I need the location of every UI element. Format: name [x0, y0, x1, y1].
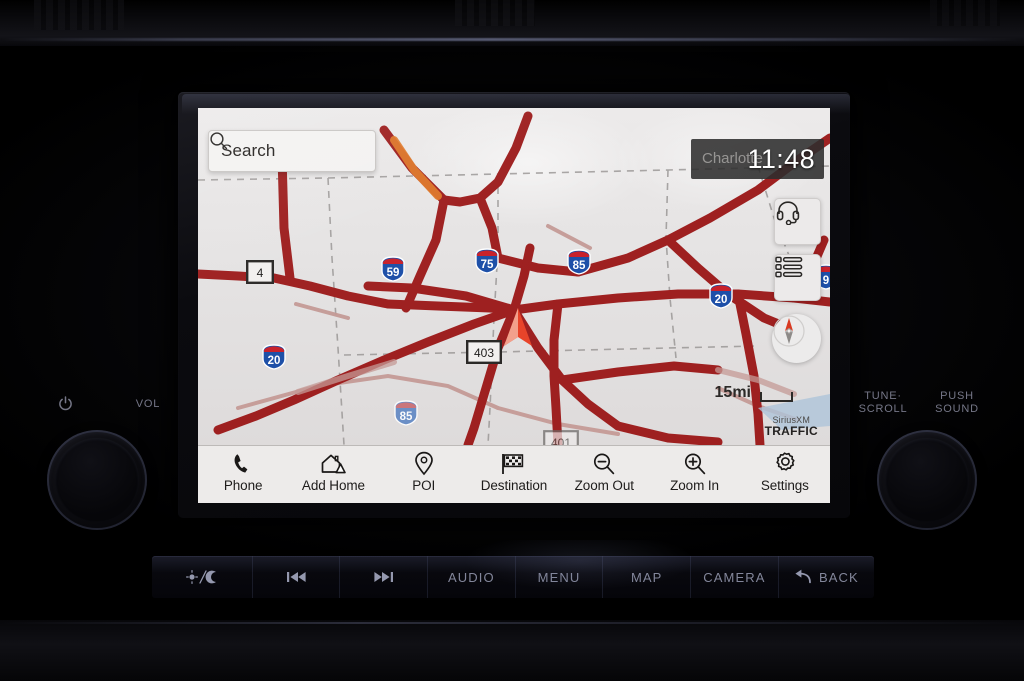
toolbar-item-settings[interactable]: Settings: [740, 446, 830, 503]
navigation-map[interactable]: 59 75 85 20 20 85 9 4 403 401 Search Cha…: [198, 108, 830, 445]
dashboard-panel: 59 75 85 20 20 85 9 4 403 401 Search Cha…: [0, 0, 1024, 681]
trim-highlight: [0, 38, 1024, 41]
next-track-button[interactable]: [340, 556, 429, 598]
back-button[interactable]: BACK: [779, 556, 874, 598]
home-icon: [320, 451, 347, 476]
camera-label: CAMERA: [703, 569, 766, 585]
volume-knob[interactable]: [47, 430, 147, 530]
status-bar-overlay: Charlotte 11:48: [691, 139, 824, 179]
interstate-shield-85: 85: [567, 249, 591, 275]
infotainment-screen[interactable]: 59 75 85 20 20 85 9 4 403 401 Search Cha…: [198, 108, 830, 503]
svg-text:20: 20: [268, 355, 281, 367]
tune-knob[interactable]: [877, 430, 977, 530]
svg-text:85: 85: [573, 260, 586, 272]
checkered-flag-icon: [500, 451, 527, 476]
dash-bottom-trim: [0, 620, 1024, 681]
svg-text:403: 403: [474, 346, 494, 360]
tune-scroll-label: TUNE· SCROLL: [858, 390, 908, 415]
list-menu-button[interactable]: [774, 254, 821, 301]
toolbar-label-settings: Settings: [760, 478, 809, 493]
camera-button[interactable]: CAMERA: [691, 556, 779, 598]
scale-bar: [760, 392, 793, 402]
toolbar-item-zoom-out[interactable]: Zoom Out: [559, 446, 649, 503]
svg-text:85: 85: [400, 411, 413, 423]
vehicle-position-marker: [504, 308, 532, 346]
toolbar-label-poi: POI: [412, 478, 436, 493]
map-scale: 15mi: [715, 384, 793, 402]
volume-label: VOL: [135, 398, 161, 410]
interstate-shield-75: 75: [475, 248, 499, 274]
push-sound-label: PUSH SOUND: [935, 390, 979, 415]
power-label: [52, 396, 78, 411]
back-arrow-icon: [795, 569, 811, 584]
tune-knob-area[interactable]: TUNE· SCROLL PUSH SOUND: [859, 390, 992, 542]
svg-text:401: 401: [551, 436, 571, 445]
toolbar-item-destination[interactable]: Destination: [469, 446, 559, 503]
gear-icon: [772, 451, 797, 476]
map-pin-icon: [414, 451, 434, 476]
air-vent-right: [930, 0, 1000, 26]
air-vent-left: [34, 0, 124, 30]
clock-label: 11:48: [747, 143, 815, 174]
compass-button[interactable]: [772, 314, 821, 363]
route-shield-4: 4: [246, 260, 274, 284]
previous-track-button[interactable]: [253, 556, 341, 598]
menu-button[interactable]: MENU: [516, 556, 604, 598]
route-shield-401: 401: [543, 430, 579, 445]
svg-text:4: 4: [257, 266, 264, 280]
interstate-shield-20-right: 20: [709, 283, 733, 309]
toolbar-label-zoom-out: Zoom Out: [574, 478, 634, 493]
day-night-button[interactable]: [152, 556, 253, 598]
menu-label: MENU: [537, 569, 581, 585]
search-placeholder: Search: [221, 141, 276, 160]
bottom-trim-highlight: [0, 622, 1024, 624]
back-label: BACK: [818, 569, 859, 585]
toolbar-label-zoom-in: Zoom In: [670, 478, 719, 493]
headset-button[interactable]: [774, 198, 821, 245]
next-track-icon: [374, 572, 393, 582]
volume-knob-area[interactable]: VOL: [32, 396, 162, 542]
interstate-shield-85-bottom: 85: [394, 400, 418, 426]
interstate-shield-20-left: 20: [262, 344, 286, 370]
map-button[interactable]: MAP: [603, 556, 692, 598]
toolbar-label-add-home: Add Home: [301, 478, 365, 493]
interstate-shield-59: 59: [381, 256, 405, 282]
toolbar-label-destination: Destination: [480, 478, 548, 493]
power-icon: [58, 396, 72, 411]
svg-text:20: 20: [715, 294, 728, 306]
list-icon: [775, 256, 803, 278]
traffic-badge: SiriusXM TRAFFIC: [764, 415, 818, 439]
svg-text:9: 9: [823, 275, 829, 287]
phone-icon: [232, 451, 254, 476]
previous-track-icon: [287, 572, 306, 582]
toolbar-item-phone[interactable]: Phone: [198, 446, 288, 503]
air-vent-center: [455, 0, 535, 26]
toolbar-label-phone: Phone: [223, 478, 263, 493]
toolbar-item-add-home[interactable]: Add Home: [288, 446, 378, 503]
sun-moon-icon: [185, 570, 216, 584]
audio-button[interactable]: AUDIO: [428, 556, 516, 598]
audio-label: AUDIO: [448, 569, 495, 585]
svg-text:75: 75: [481, 259, 494, 271]
toolbar-item-poi[interactable]: POI: [379, 446, 469, 503]
map-label: MAP: [630, 569, 663, 585]
svg-text:59: 59: [387, 267, 400, 279]
search-icon: [210, 132, 228, 150]
toolbar-item-zoom-in[interactable]: Zoom In: [649, 446, 739, 503]
magnifier-minus-icon: [592, 451, 616, 476]
hard-button-row: AUDIO MENU MAP CAMERA BACK: [152, 556, 874, 598]
traffic-word-label: TRAFFIC: [764, 424, 818, 439]
headset-icon: [776, 201, 800, 225]
magnifier-plus-icon: [683, 451, 707, 476]
route-shield-403: 403: [466, 340, 502, 364]
map-toolbar: Phone Add Home POI Destination Zoom Out …: [198, 445, 830, 503]
compass-icon: [773, 315, 805, 347]
scale-value: 15mi: [714, 384, 751, 401]
search-input[interactable]: Search: [208, 130, 376, 172]
